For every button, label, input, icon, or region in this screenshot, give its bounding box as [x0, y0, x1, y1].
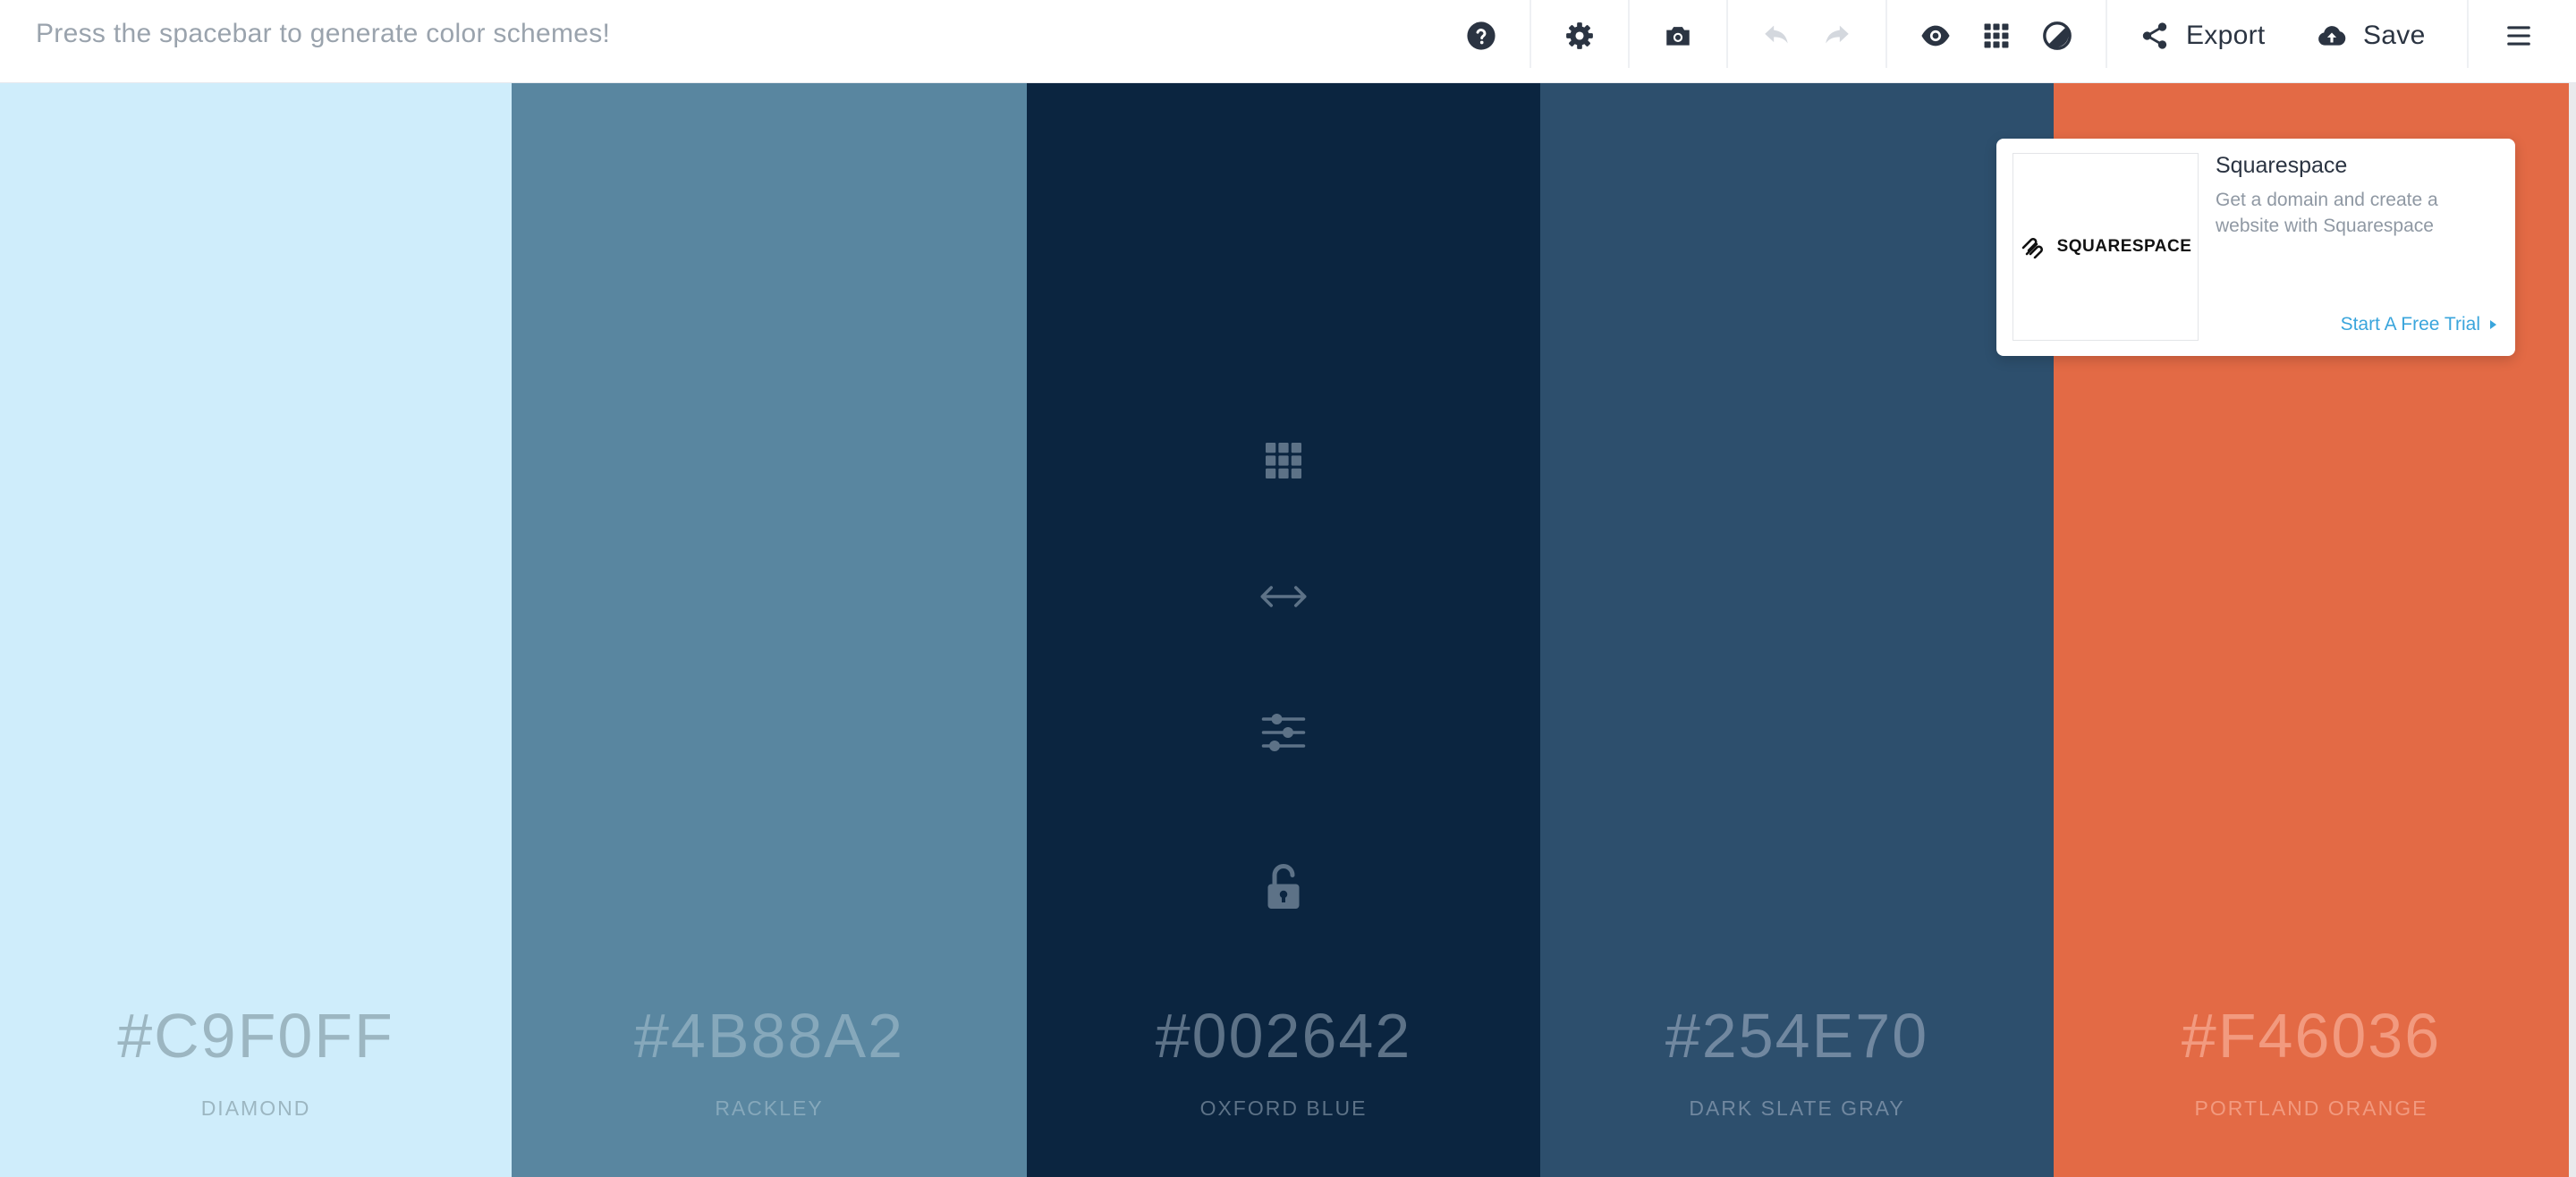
view-button[interactable] — [1919, 13, 1952, 59]
ad-description: Get a domain and create a website with S… — [2216, 190, 2438, 236]
toolbar-separator — [1885, 0, 1887, 68]
unlock-icon — [1267, 864, 1300, 909]
save-label: Save — [2363, 21, 2426, 50]
hex-code[interactable]: #254E70 — [1540, 1000, 2054, 1071]
color-column[interactable]: #002642 OXFORD BLUE — [1027, 83, 1540, 1177]
menu-button[interactable] — [2503, 13, 2535, 59]
color-name: RACKLEY — [715, 1097, 824, 1120]
hex-code[interactable]: #C9F0FF — [0, 1000, 512, 1071]
save-button[interactable]: Save — [2317, 13, 2426, 59]
settings-button[interactable] — [1563, 13, 1596, 59]
grid-icon — [1266, 443, 1301, 478]
toolbar-separator — [1726, 0, 1728, 68]
hex-code[interactable]: #F46036 — [2054, 1000, 2569, 1071]
contrast-button[interactable] — [2041, 13, 2073, 59]
export-button[interactable]: Export — [2140, 13, 2266, 59]
toolbar-separator — [1628, 0, 1630, 68]
redo-icon — [1826, 25, 1849, 44]
column-tools — [1027, 432, 1540, 915]
generate-hint: Press the spacebar to generate color sch… — [36, 19, 611, 48]
toolbar-separator — [1530, 0, 1531, 68]
lock-toggle-button[interactable] — [1255, 858, 1312, 915]
squarespace-logo-icon — [2021, 238, 2043, 258]
drag-button[interactable] — [1255, 568, 1312, 625]
question-circle-icon — [1467, 21, 1496, 50]
caret-right-icon — [2490, 320, 2496, 329]
undo-icon — [1765, 25, 1788, 44]
logo-text: SQUARESPACE — [2056, 237, 2192, 256]
camera-icon — [1666, 27, 1690, 46]
cta-label: Start A Free Trial — [2340, 314, 2480, 334]
cloud-upload-icon — [2318, 26, 2346, 46]
undo-button[interactable] — [1760, 13, 1792, 59]
squarespace-logo: SQUARESPACE — [2012, 153, 2199, 341]
color-name: PORTLAND ORANGE — [2194, 1097, 2428, 1120]
toolbar-separator — [2467, 0, 2469, 68]
help-button[interactable] — [1465, 13, 1497, 59]
color-column[interactable]: #C9F0FF DIAMOND — [0, 83, 512, 1177]
sliders-icon — [1261, 714, 1306, 751]
color-name: OXFORD BLUE — [1199, 1097, 1368, 1120]
color-column[interactable]: #254E70 DARK SLATE GRAY — [1540, 83, 2054, 1177]
ad-title: Squarespace — [2216, 153, 2348, 178]
redo-button[interactable] — [1821, 13, 1853, 59]
gear-icon — [1566, 22, 1593, 49]
top-toolbar: Press the spacebar to generate color sch… — [0, 0, 2576, 83]
view-shades-button[interactable] — [1255, 432, 1312, 489]
hamburger-icon — [2507, 26, 2530, 46]
swap-arrows-icon — [1260, 586, 1307, 607]
contrast-icon — [2043, 21, 2072, 50]
toolbar-separator — [2106, 0, 2107, 68]
color-name: DIAMOND — [200, 1097, 311, 1120]
start-free-trial-link[interactable]: Start A Free Trial — [2341, 314, 2497, 335]
palette-grid-button[interactable] — [1980, 13, 2012, 59]
screenshot-button[interactable] — [1662, 13, 1694, 59]
sponsored-ad-card[interactable]: SQUARESPACE Squarespace Get a domain and… — [1996, 139, 2515, 356]
color-column[interactable]: #4B88A2 RACKLEY — [512, 83, 1027, 1177]
grid-icon — [1984, 23, 2009, 48]
eye-icon — [1921, 25, 1950, 47]
share-icon — [2142, 22, 2167, 49]
window-edge — [2569, 83, 2576, 1177]
color-name: DARK SLATE GRAY — [1689, 1097, 1905, 1120]
adjust-button[interactable] — [1255, 704, 1312, 761]
export-label: Export — [2186, 21, 2266, 50]
hex-code[interactable]: #002642 — [1027, 1000, 1540, 1071]
hex-code[interactable]: #4B88A2 — [512, 1000, 1027, 1071]
